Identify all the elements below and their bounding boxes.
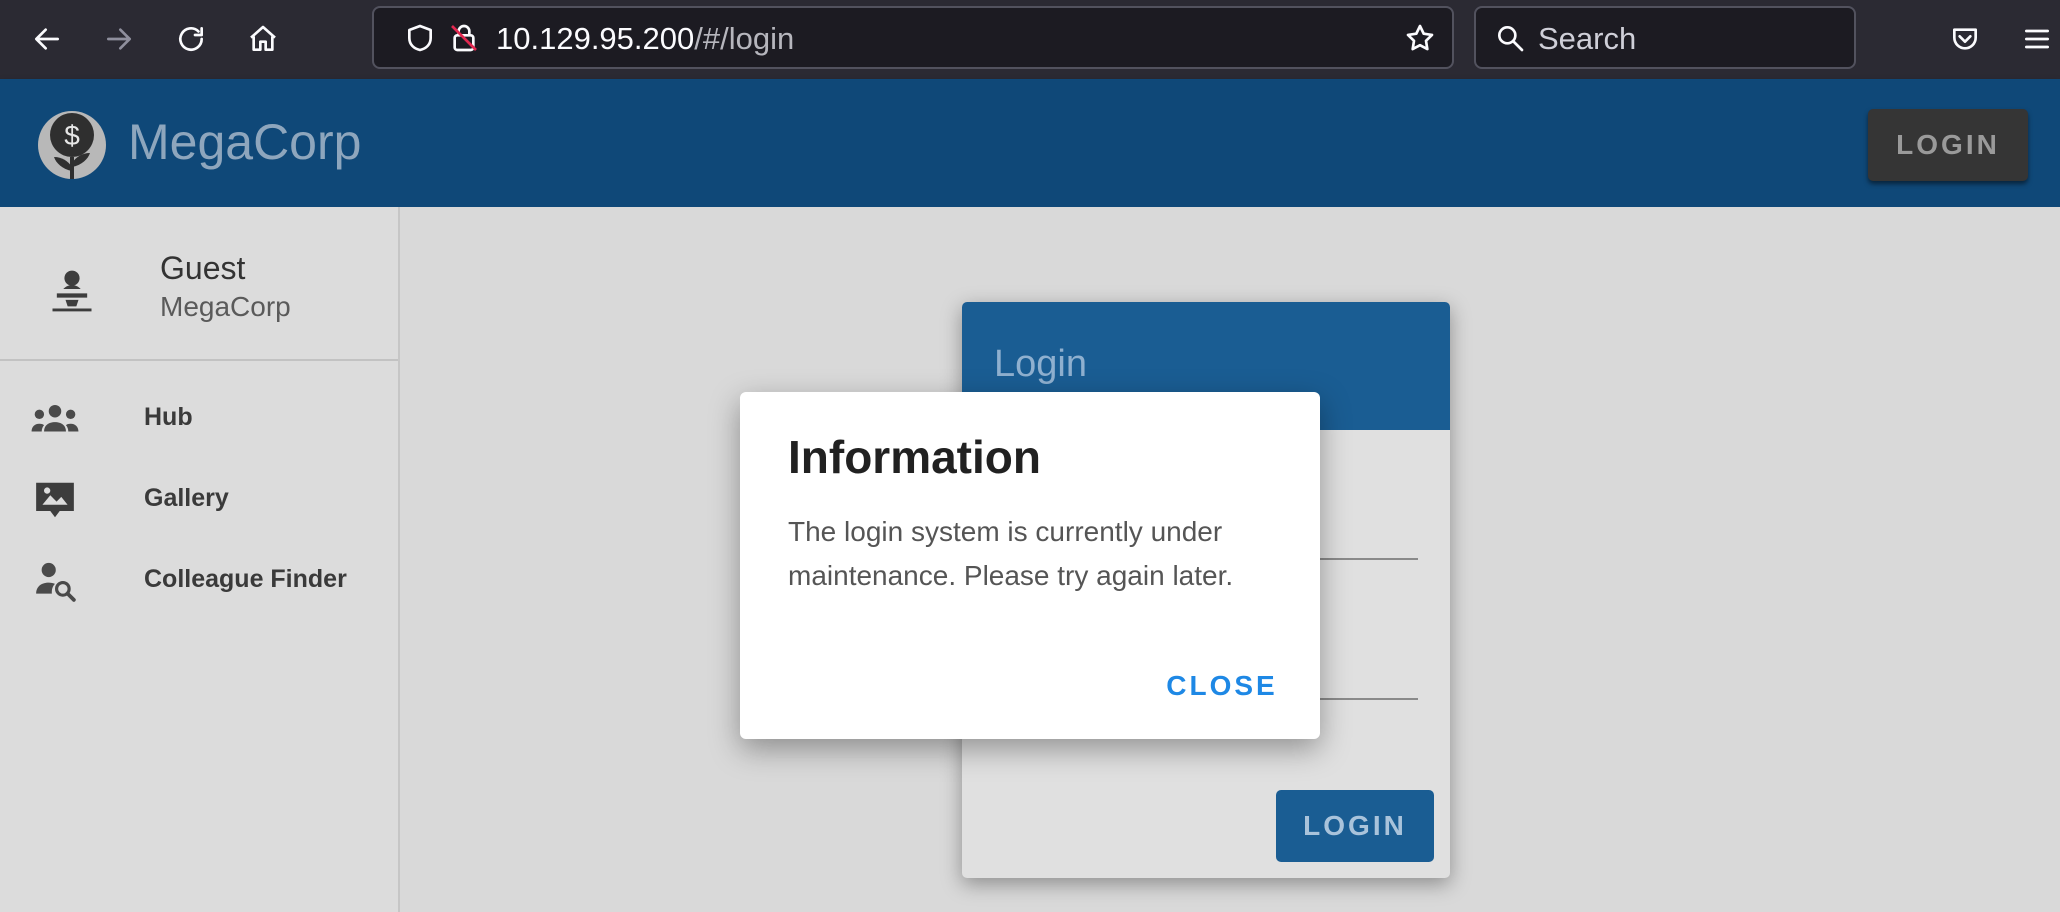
reload-button[interactable] bbox=[164, 12, 218, 66]
user-org: MegaCorp bbox=[160, 291, 291, 322]
reload-icon bbox=[179, 27, 203, 51]
url-bar[interactable]: 10.129.95.200/#/login bbox=[372, 6, 1454, 69]
appbar-login-button[interactable]: LOGIN bbox=[1868, 109, 2028, 181]
app-bar: $ MegaCorp LOGIN bbox=[0, 79, 2060, 207]
search-bar[interactable]: Search bbox=[1474, 6, 1856, 69]
menu-button[interactable] bbox=[2010, 12, 2060, 66]
forward-button[interactable] bbox=[92, 12, 146, 66]
login-submit-button[interactable]: LOGIN bbox=[1276, 790, 1434, 862]
back-icon bbox=[35, 28, 59, 50]
dialog-message: The login system is currently under main… bbox=[788, 516, 1234, 591]
url-text[interactable]: 10.129.95.200/#/login bbox=[496, 22, 794, 56]
sidebar-item-label: Gallery bbox=[144, 484, 229, 512]
bookmark-star-icon[interactable] bbox=[1404, 22, 1436, 54]
login-card-title: Login bbox=[994, 343, 1087, 385]
url-host: 10.129.95.200 bbox=[496, 21, 695, 56]
information-dialog: Information The login system is currentl… bbox=[740, 392, 1320, 739]
pocket-icon bbox=[1953, 28, 1977, 50]
dialog-title: Information bbox=[788, 431, 1041, 483]
forward-icon bbox=[107, 28, 131, 50]
gallery-icon bbox=[36, 482, 74, 518]
home-icon bbox=[250, 25, 276, 51]
brand-title[interactable]: MegaCorp bbox=[128, 113, 361, 171]
menu-icon bbox=[2025, 29, 2049, 49]
shield-icon[interactable] bbox=[404, 22, 436, 54]
close-button[interactable]: CLOSE bbox=[1162, 662, 1282, 710]
user-name: Guest bbox=[160, 250, 246, 286]
search-icon bbox=[1498, 25, 1524, 52]
url-path: /#/login bbox=[694, 21, 795, 56]
sidebar-item-label: Colleague Finder bbox=[144, 565, 347, 593]
pocket-button[interactable] bbox=[1938, 12, 1992, 66]
sidebar: Guest MegaCorp Hub Gallery Colleague Fin… bbox=[0, 207, 400, 912]
search-placeholder: Search bbox=[1538, 21, 1637, 56]
person-search-icon bbox=[36, 562, 76, 602]
home-button[interactable] bbox=[236, 12, 290, 66]
group-icon bbox=[31, 404, 79, 432]
insecure-lock-icon[interactable] bbox=[448, 22, 480, 54]
svg-text:$: $ bbox=[64, 120, 80, 151]
browser-toolbar: 10.129.95.200/#/login Search bbox=[0, 0, 2060, 79]
sidebar-item-gallery[interactable]: Gallery bbox=[0, 464, 398, 534]
sidebar-item-label: Hub bbox=[144, 403, 193, 431]
sidebar-divider bbox=[0, 359, 398, 361]
sidebar-item-colleague-finder[interactable]: Colleague Finder bbox=[0, 545, 398, 615]
back-button[interactable] bbox=[20, 12, 74, 66]
sidebar-item-hub[interactable]: Hub bbox=[0, 383, 398, 453]
megacorp-logo-icon: $ bbox=[38, 111, 106, 179]
user-icon bbox=[52, 270, 92, 312]
